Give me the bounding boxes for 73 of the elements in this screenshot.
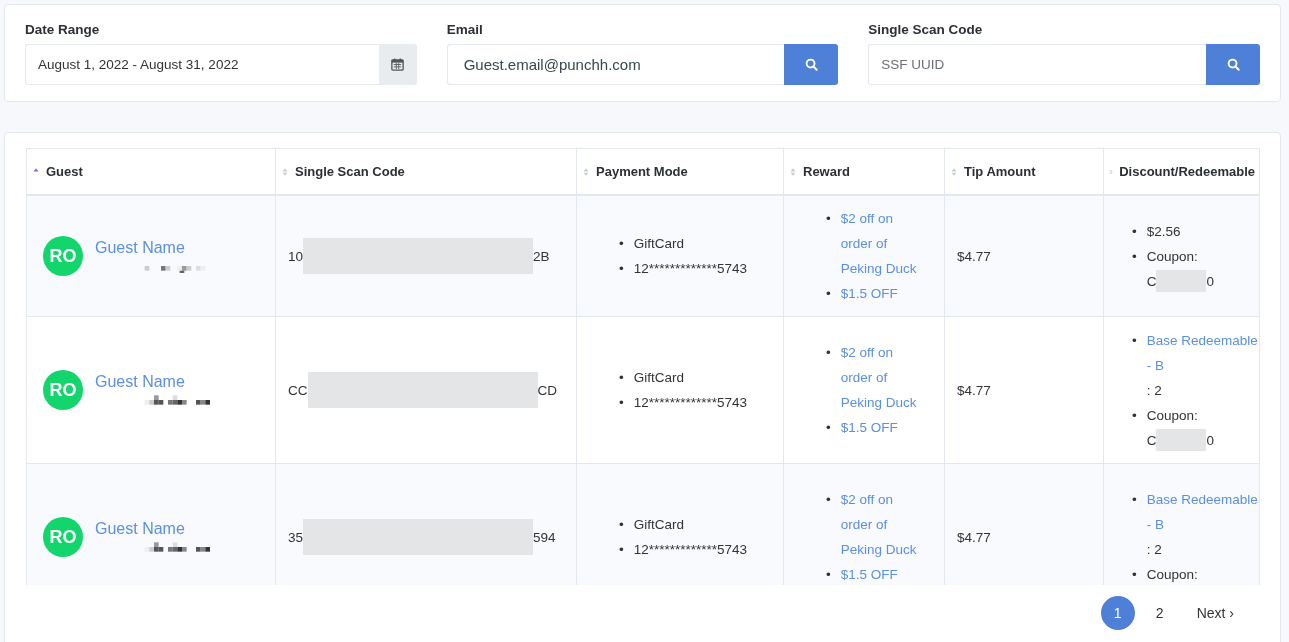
redaction-bar xyxy=(1156,429,1207,451)
reward-link[interactable]: $2 off on order of Peking Duck xyxy=(840,340,921,415)
coupon-code: C xyxy=(1146,431,1157,450)
calendar-icon xyxy=(390,57,406,72)
next-page-button[interactable]: Next › xyxy=(1184,596,1234,630)
coupon-code: 0 xyxy=(1206,272,1214,291)
bullet: • xyxy=(1132,331,1137,350)
payment-text: GiftCard xyxy=(633,236,684,251)
bullet: • xyxy=(826,285,831,303)
bullet: • xyxy=(1132,406,1137,425)
avatar: RO xyxy=(43,236,83,276)
coupon-label: Coupon: xyxy=(1146,566,1199,584)
coupon-code: C xyxy=(1146,272,1157,291)
guest-name-link[interactable]: Guest Name xyxy=(95,373,255,391)
date-range-field[interactable]: August 1, 2022 - August 31, 2022 xyxy=(25,44,379,85)
payment-text: 12*************5743 xyxy=(633,395,748,410)
payment-text: 12*************5743 xyxy=(633,261,748,276)
bullet: • xyxy=(1132,222,1137,241)
tip-amount: $4.77 xyxy=(957,529,991,545)
calendar-button[interactable] xyxy=(378,44,417,85)
email-field[interactable]: Guest.email@punchh.com xyxy=(446,44,785,85)
scan-code-field[interactable]: SSF UUID xyxy=(868,44,1206,85)
coupon-code: 0 xyxy=(1206,431,1214,450)
reward-link[interactable]: $1.5 OFF xyxy=(840,562,921,585)
bullet: • xyxy=(826,419,831,437)
bullet: • xyxy=(619,516,624,534)
bullet: • xyxy=(619,541,624,559)
bullet: • xyxy=(826,491,831,509)
code-text: 10 xyxy=(288,248,304,264)
reward-link[interactable]: $2 off on order of Peking Duck xyxy=(840,487,921,562)
guest-name-link[interactable]: Guest Name xyxy=(95,239,255,257)
bullet: • xyxy=(826,566,831,584)
payment-text: GiftCard xyxy=(633,517,684,532)
bullet: • xyxy=(619,369,624,387)
avatar: RO xyxy=(43,517,83,557)
reward-link[interactable]: $2 off on order of Peking Duck xyxy=(840,206,921,281)
quantity-text: : 2 xyxy=(1146,541,1163,559)
payment-text: 12*************5743 xyxy=(633,542,748,557)
tip-amount: $4.77 xyxy=(957,382,991,398)
code-text: 35 xyxy=(288,529,304,545)
bullet: • xyxy=(1132,491,1137,509)
bullet: • xyxy=(826,210,831,228)
search-icon xyxy=(1225,57,1241,72)
reward-link[interactable]: $1.5 OFF xyxy=(840,281,921,306)
page-button[interactable]: 2 xyxy=(1142,596,1177,630)
bullet: • xyxy=(619,260,624,278)
bullet: • xyxy=(1132,566,1137,584)
bullet: • xyxy=(1132,247,1137,266)
search-button[interactable] xyxy=(784,44,839,85)
page-button[interactable]: 1 xyxy=(1100,596,1135,630)
tip-amount: $4.77 xyxy=(957,248,991,264)
search-button[interactable] xyxy=(1206,44,1260,85)
code-text: CC xyxy=(288,382,308,398)
bullet: • xyxy=(619,235,624,253)
redeemable-link[interactable]: Base Redeemable - B xyxy=(1146,487,1260,537)
payment-text: GiftCard xyxy=(633,370,684,385)
guest-name-link[interactable]: Guest Name xyxy=(95,520,255,538)
avatar: RO xyxy=(43,370,83,410)
code-text: CD xyxy=(537,382,557,398)
discount-text: $2.56 xyxy=(1146,223,1181,239)
field-label: Date Range xyxy=(25,22,101,37)
bullet: • xyxy=(619,394,624,412)
code-text: 594 xyxy=(533,529,556,545)
reward-link[interactable]: $1.5 OFF xyxy=(840,415,921,440)
search-icon xyxy=(803,57,819,72)
code-text: 2B xyxy=(533,248,550,264)
coupon-label: Coupon: xyxy=(1146,247,1199,266)
field-label: Single Scan Code xyxy=(868,22,984,37)
redeemable-link[interactable]: Base Redeemable - B xyxy=(1146,327,1260,378)
field-label: Email xyxy=(446,22,484,37)
quantity-text: : 2 xyxy=(1146,381,1163,400)
bullet: • xyxy=(826,344,831,362)
coupon-label: Coupon: xyxy=(1146,406,1199,425)
